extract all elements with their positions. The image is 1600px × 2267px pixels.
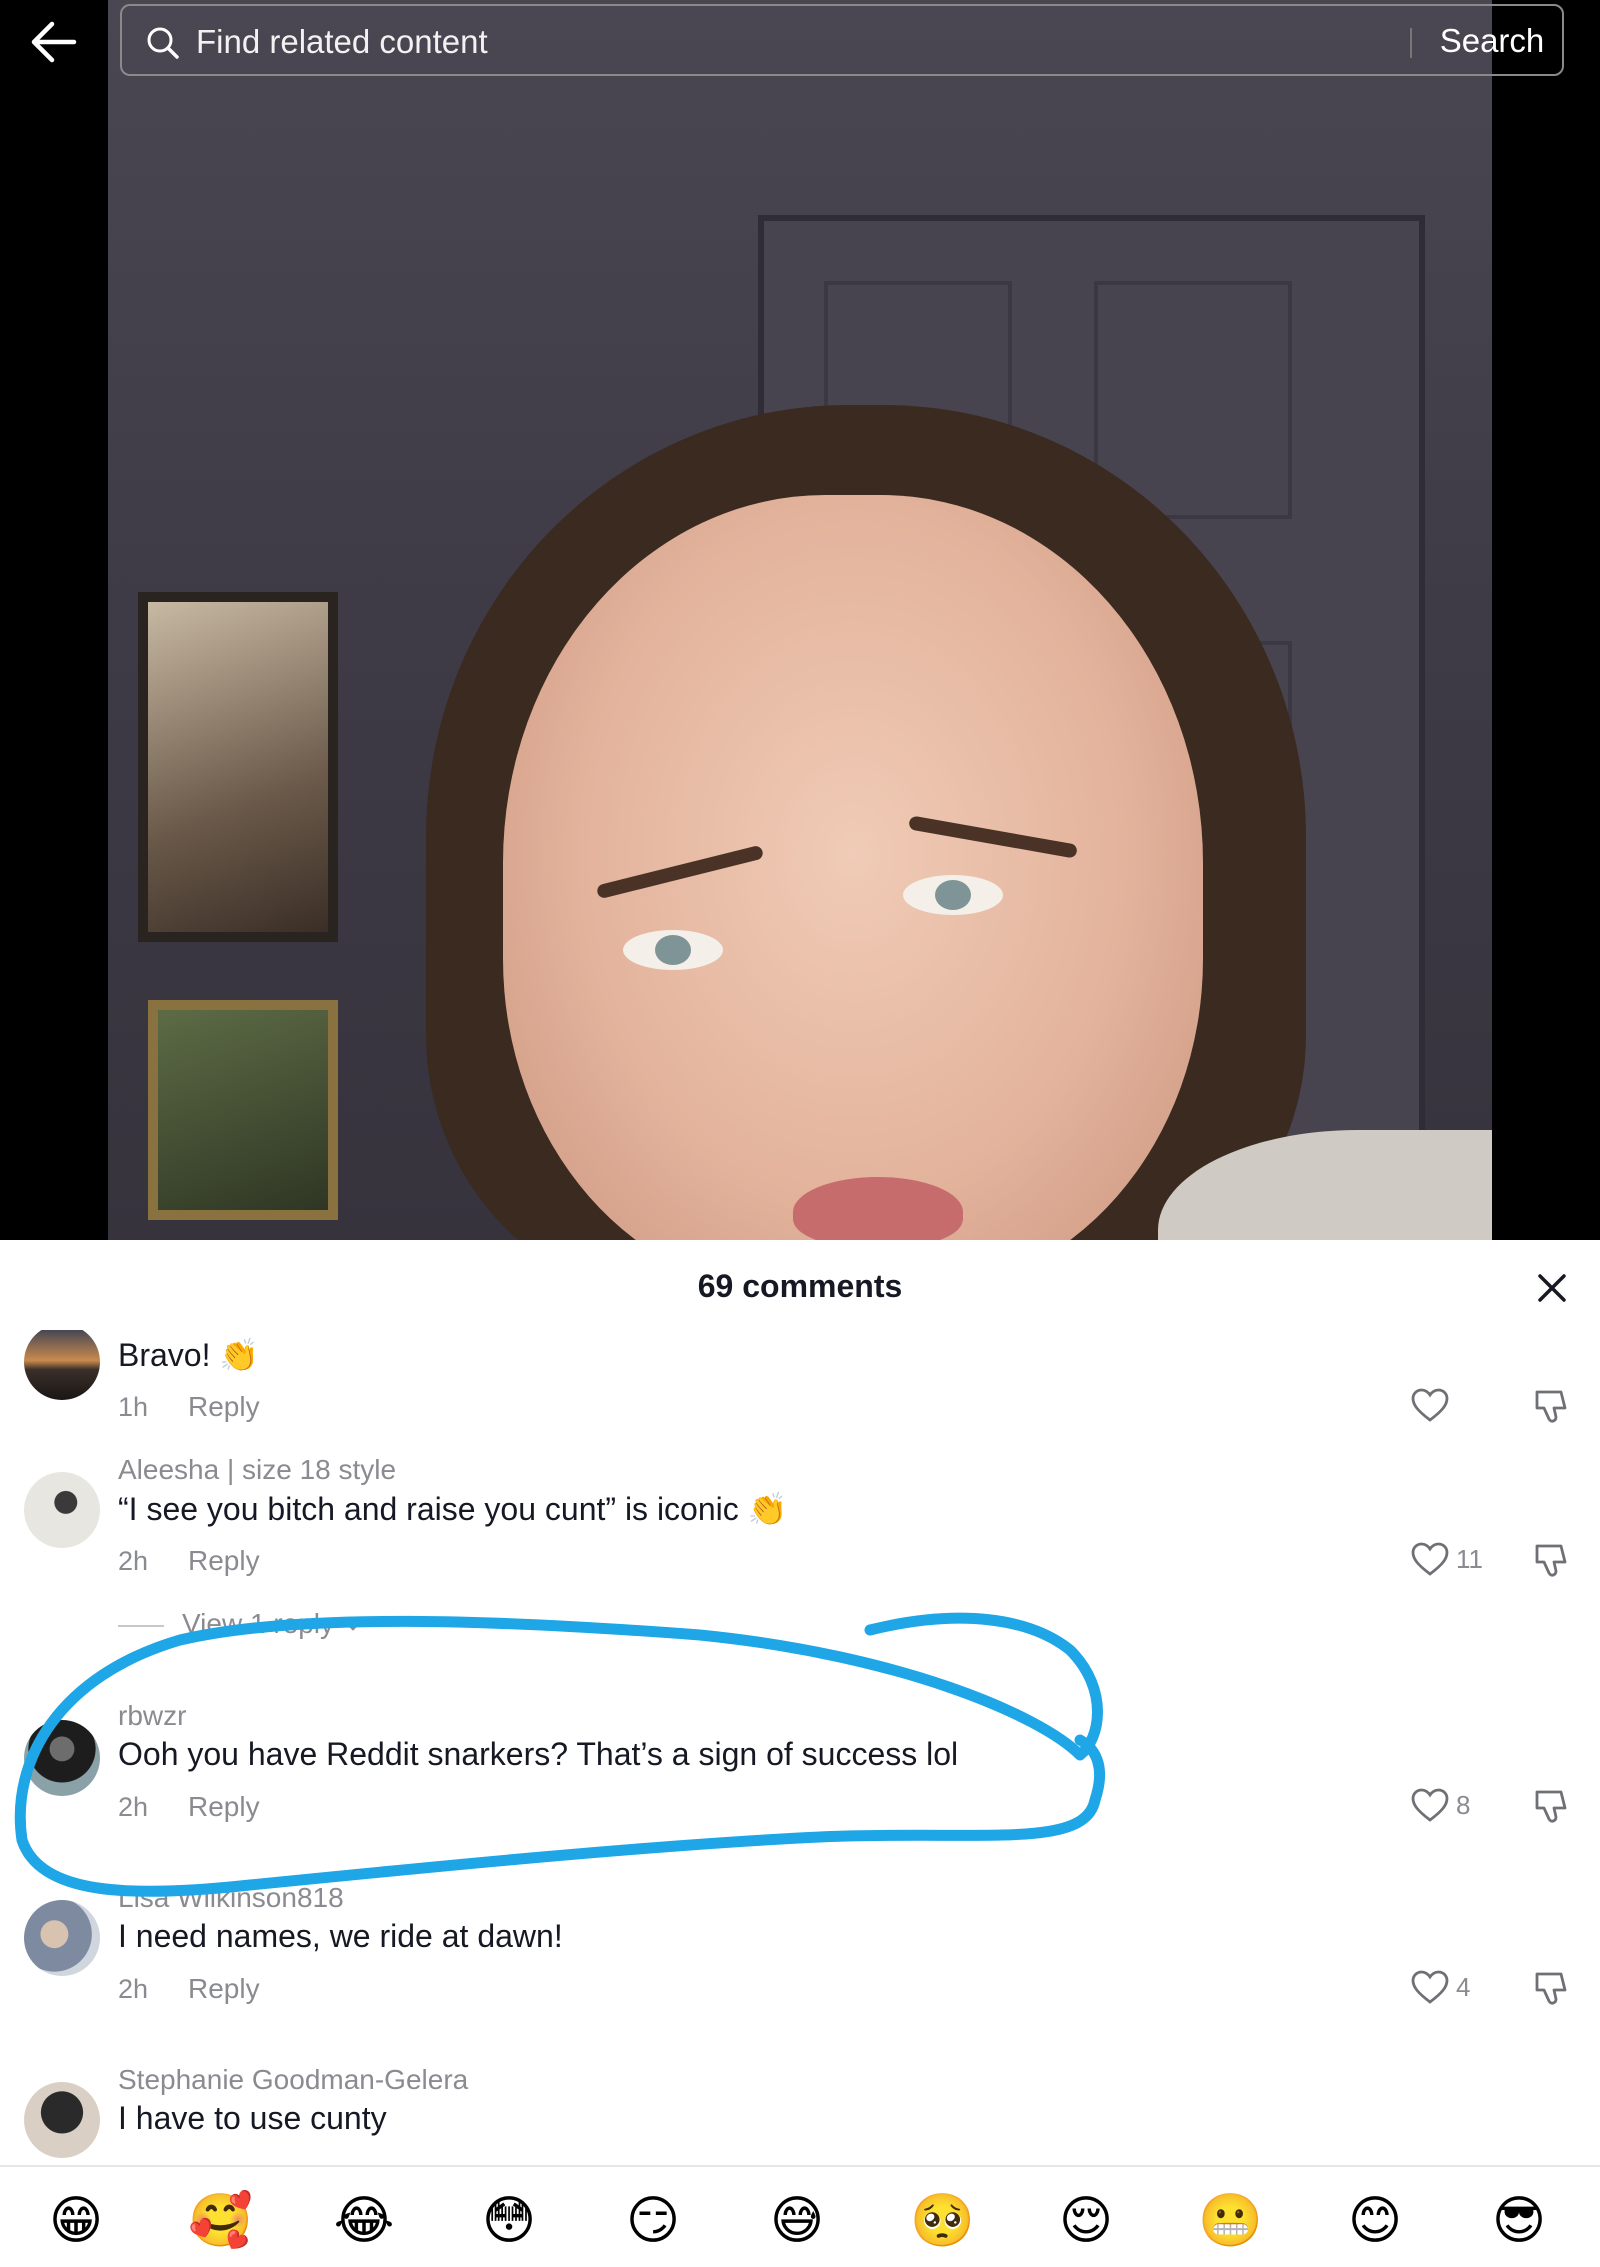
comment-text: Ooh you have Reddit snarkers? That’s a s… bbox=[118, 1736, 959, 1772]
like-button[interactable]: 4 bbox=[1410, 1968, 1500, 2012]
thumbs-down-icon bbox=[1535, 1972, 1567, 2005]
back-arrow-icon bbox=[31, 21, 77, 63]
comments-sheet: 69 comments user2927683427 Bravo! 👏 1h R… bbox=[0, 1240, 1600, 2267]
heart-icon bbox=[1411, 1542, 1449, 1576]
comment-username[interactable]: user2927683427 bbox=[118, 1330, 328, 1332]
comment-time: 1h bbox=[118, 1392, 149, 1422]
comment-text: I need names, we ride at dawn! bbox=[118, 1918, 563, 1954]
comment-reply-button[interactable]: Reply bbox=[188, 1391, 260, 1423]
emoji-quick-bar: 😁 🥰 😂 😳 😏 😅 🥺 😌 😬 😊 😎 bbox=[0, 2165, 1600, 2267]
comment-username[interactable]: Lisa Wilkinson818 bbox=[118, 1882, 344, 1914]
emoji-smiling-hearts[interactable]: 🥰 bbox=[188, 2189, 253, 2253]
search-input[interactable] bbox=[194, 16, 1398, 68]
thumbs-down-icon bbox=[1535, 1544, 1567, 1577]
emoji-sunglasses[interactable]: 😎 bbox=[1487, 2189, 1551, 2253]
dislike-button[interactable] bbox=[1532, 1968, 1576, 2012]
search-icon bbox=[147, 27, 179, 59]
heart-icon bbox=[1411, 1388, 1449, 1422]
video-player[interactable]: Search bbox=[0, 0, 1600, 1240]
emoji-grin[interactable]: 😁 bbox=[44, 2189, 108, 2253]
close-comments-button[interactable] bbox=[1530, 1266, 1574, 1310]
like-count: 4 bbox=[1456, 1972, 1471, 2002]
comment-text: I have to use cunty bbox=[118, 2100, 387, 2136]
thumbs-down-icon bbox=[1535, 1790, 1567, 1823]
search-bar[interactable]: Search bbox=[120, 4, 1564, 76]
search-button[interactable]: Search bbox=[1422, 14, 1562, 68]
commenter-avatar[interactable] bbox=[24, 1330, 100, 1400]
heart-icon bbox=[1411, 1970, 1449, 2004]
emoji-flushed[interactable]: 😳 bbox=[477, 2189, 541, 2253]
commenter-avatar[interactable] bbox=[24, 1900, 100, 1976]
thumbs-down-icon bbox=[1535, 1390, 1567, 1423]
like-button[interactable]: 11 bbox=[1410, 1540, 1500, 1584]
like-button[interactable]: 8 bbox=[1410, 1786, 1500, 1830]
comment-username[interactable]: Stephanie Goodman-Gelera bbox=[118, 2064, 468, 2096]
commenter-avatar[interactable] bbox=[24, 1472, 100, 1548]
dislike-button[interactable] bbox=[1532, 1540, 1576, 1584]
comment-reply-button[interactable]: Reply bbox=[188, 1973, 260, 2005]
person-face bbox=[503, 495, 1203, 1240]
like-count: 11 bbox=[1456, 1544, 1483, 1574]
commenter-avatar[interactable] bbox=[24, 1720, 100, 1796]
video-frame bbox=[108, 0, 1492, 1240]
background-painting bbox=[138, 592, 338, 942]
comments-count-title: 69 comments bbox=[697, 1268, 903, 1304]
comment-time: 2h bbox=[118, 1974, 149, 2004]
comment-username[interactable]: Aleesha | size 18 style bbox=[118, 1454, 396, 1486]
commenter-avatar[interactable] bbox=[24, 2082, 100, 2158]
dislike-button[interactable] bbox=[1532, 1786, 1576, 1830]
heart-icon bbox=[1411, 1788, 1449, 1822]
comment-reply-button[interactable]: Reply bbox=[188, 1791, 260, 1823]
view-replies-button[interactable]: View 1 reply bbox=[118, 1608, 364, 1640]
back-button[interactable] bbox=[30, 18, 96, 66]
emoji-relieved[interactable]: 😌 bbox=[1054, 2189, 1118, 2253]
like-count: 8 bbox=[1456, 1790, 1471, 1820]
comment-text: Bravo! 👏 bbox=[118, 1337, 260, 1373]
comment-time: 2h bbox=[118, 1792, 149, 1822]
emoji-smirk[interactable]: 😏 bbox=[621, 2189, 685, 2253]
search-divider bbox=[1410, 28, 1412, 58]
emoji-pleading[interactable]: 🥺 bbox=[910, 2189, 975, 2253]
emoji-sweat-smile[interactable]: 😅 bbox=[765, 2189, 829, 2253]
dislike-button[interactable] bbox=[1532, 1386, 1576, 1430]
comment-list[interactable]: user2927683427 Bravo! 👏 1h Reply Aleesha… bbox=[0, 1330, 1600, 2160]
comment-text: “I see you bitch and raise you cunt” is … bbox=[118, 1491, 788, 1527]
emoji-tears-of-joy[interactable]: 😂 bbox=[332, 2189, 396, 2253]
close-icon bbox=[1538, 1274, 1566, 1302]
chevron-down-icon bbox=[344, 1620, 362, 1631]
comment-time: 2h bbox=[118, 1546, 149, 1576]
background-painting-lower bbox=[148, 1000, 338, 1220]
emoji-blush[interactable]: 😊 bbox=[1343, 2189, 1407, 2253]
like-button[interactable] bbox=[1410, 1386, 1500, 1430]
comment-username[interactable]: rbwzr bbox=[118, 1700, 186, 1732]
emoji-grimace[interactable]: 😬 bbox=[1198, 2189, 1263, 2253]
comment-reply-button[interactable]: Reply bbox=[188, 1545, 260, 1577]
